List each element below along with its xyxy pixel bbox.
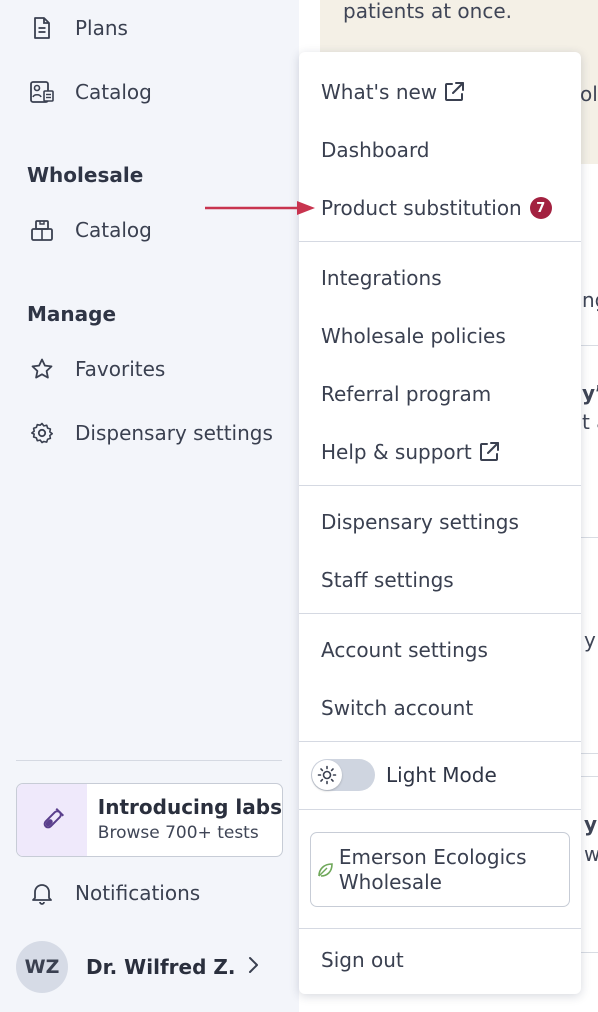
menu-divider [299, 809, 581, 810]
external-link-icon [477, 440, 501, 464]
menu-item-whats-new[interactable]: What's new [321, 77, 466, 107]
theme-toggle[interactable] [311, 759, 375, 791]
document-icon [28, 14, 56, 42]
menu-item-label: Product substitution [321, 196, 522, 220]
sidebar-item-favorites[interactable]: Favorites [28, 354, 165, 384]
menu-item-staff-settings[interactable]: Staff settings [321, 565, 454, 595]
avatar: WZ [16, 941, 68, 993]
store-switcher-card[interactable]: Emerson Ecologics Wholesale [310, 832, 570, 907]
patient-catalog-icon [28, 78, 56, 106]
sun-icon [312, 760, 342, 790]
account-dropdown-menu: What's new Dashboard Product substitutio… [299, 52, 581, 994]
menu-divider [299, 928, 581, 929]
notification-count-badge: 7 [529, 197, 552, 219]
divider [579, 537, 598, 538]
labs-promo-card[interactable]: Introducing labs Browse 700+ tests [16, 783, 283, 857]
menu-item-dashboard[interactable]: Dashboard [321, 135, 430, 165]
menu-item-integrations[interactable]: Integrations [321, 263, 442, 293]
menu-item-switch-account[interactable]: Switch account [321, 693, 473, 723]
divider [579, 952, 598, 953]
star-icon [28, 355, 56, 383]
user-name: Dr. Wilfred Z... [86, 955, 236, 979]
sidebar-item-dispensary-settings[interactable]: Dispensary settings [28, 418, 273, 448]
section-title-manage: Manage [27, 302, 117, 326]
promo-title: Introducing labs [97, 795, 282, 819]
sidebar-item-plans[interactable]: Plans [28, 13, 128, 43]
section-title-wholesale: Wholesale [27, 163, 144, 187]
menu-divider [299, 241, 581, 242]
sidebar-item-label: Notifications [75, 881, 201, 905]
menu-item-label: What's new [321, 80, 438, 104]
sidebar-item-label: Dispensary settings [75, 421, 273, 445]
user-account-row[interactable]: WZ Dr. Wilfred Z... [16, 941, 286, 993]
sidebar-item-label: Catalog [75, 80, 152, 104]
menu-divider [299, 613, 581, 614]
promo-subtitle: Browse 700+ tests [97, 823, 259, 843]
partial-text: y [584, 628, 596, 652]
partial-text: w [584, 842, 598, 866]
menu-item-referral-program[interactable]: Referral program [321, 379, 491, 409]
partial-text: ola [580, 82, 598, 106]
chevron-right-icon [246, 955, 260, 979]
wholesale-box-icon [28, 216, 56, 244]
leaf-icon [311, 861, 339, 879]
divider [579, 345, 598, 346]
sidebar-divider [16, 760, 282, 761]
annotation-arrow [205, 201, 315, 215]
partial-text: y’r [582, 381, 598, 405]
menu-divider [299, 485, 581, 486]
menu-item-product-substitution[interactable]: Product substitution 7 [321, 193, 552, 223]
banner-text: patients at once. [343, 0, 512, 23]
menu-item-help-support[interactable]: Help & support [321, 437, 501, 467]
test-tube-icon [17, 784, 87, 856]
store-name: Emerson Ecologics Wholesale [338, 844, 527, 894]
divider [579, 776, 598, 777]
sidebar-item-label: Plans [75, 16, 128, 40]
external-link-icon [442, 80, 466, 104]
menu-divider [299, 741, 581, 742]
divider [579, 753, 598, 754]
partial-text: ng [582, 288, 598, 312]
light-mode-toggle-row[interactable]: Light Mode [311, 758, 497, 792]
gear-icon [28, 419, 56, 447]
menu-item-wholesale-policies[interactable]: Wholesale policies [321, 321, 506, 351]
sidebar: Plans Catalog Wholesale Catalog Manage F… [0, 0, 299, 1012]
sidebar-item-label: Catalog [75, 218, 152, 242]
partial-text: t a [582, 410, 598, 434]
sidebar-item-notifications[interactable]: Notifications [28, 878, 200, 908]
light-mode-label: Light Mode [386, 763, 497, 787]
menu-item-label: Help & support [321, 440, 472, 464]
sidebar-item-wholesale-catalog[interactable]: Catalog [28, 215, 152, 245]
sidebar-item-label: Favorites [75, 357, 166, 381]
menu-item-account-settings[interactable]: Account settings [321, 635, 488, 665]
partial-text: y [584, 812, 598, 836]
menu-item-sign-out[interactable]: Sign out [321, 945, 404, 975]
sidebar-item-catalog[interactable]: Catalog [28, 77, 152, 107]
menu-item-dispensary-settings[interactable]: Dispensary settings [321, 507, 519, 537]
bell-icon [28, 879, 56, 907]
